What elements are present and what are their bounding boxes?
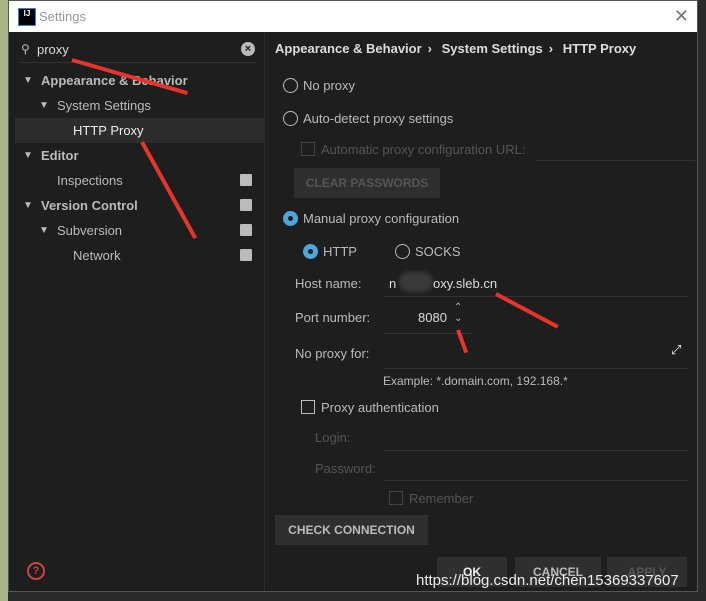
tree-label: Subversion — [57, 223, 123, 238]
project-settings-icon — [240, 174, 252, 186]
no-proxy-label[interactable]: No proxy — [303, 78, 355, 93]
settings-dialog: IJ Settings ✕ ⚲ proxy × ▼ Appearance & Be… — [8, 0, 698, 592]
tree-item-version-control[interactable]: ▼ Version Control — [15, 193, 264, 218]
clear-search-icon[interactable]: × — [241, 42, 255, 56]
search-value[interactable]: proxy — [37, 42, 69, 57]
socks-radio[interactable] — [395, 244, 410, 259]
http-proxy-panel: Appearance & Behavior › System Settings › … — [273, 32, 697, 591]
expand-triangle-icon[interactable]: ▼ — [39, 218, 49, 243]
no-proxy-radio[interactable] — [283, 78, 298, 93]
host-name-suffix: oxy.sleb.cn — [433, 276, 498, 291]
desktop-background — [0, 0, 8, 601]
search-icon: ⚲ — [21, 42, 30, 56]
auto-config-url-checkbox[interactable] — [301, 142, 315, 156]
tree-item-system-settings[interactable]: ▼ System Settings — [15, 93, 264, 118]
tree-label: Network — [73, 248, 121, 263]
remember-checkbox[interactable] — [389, 491, 403, 505]
tree-label: HTTP Proxy — [73, 123, 144, 138]
auto-detect-radio[interactable] — [283, 111, 298, 126]
breadcrumb-separator: › — [427, 41, 433, 56]
proxy-auth-label[interactable]: Proxy authentication — [321, 400, 439, 415]
breadcrumb-item: HTTP Proxy — [562, 41, 637, 56]
tree-item-editor[interactable]: ▼ Editor — [15, 143, 264, 168]
close-button[interactable]: ✕ — [674, 6, 689, 27]
password-input[interactable] — [383, 480, 689, 481]
breadcrumb-item: System Settings — [441, 41, 543, 56]
example-hint: Example: *.domain.com, 192.168.* — [383, 374, 568, 388]
no-proxy-for-label: No proxy for: — [295, 346, 370, 361]
breadcrumb-item: Appearance & Behavior — [275, 41, 422, 56]
check-connection-button[interactable]: CHECK CONNECTION — [275, 515, 428, 545]
tree-item-inspections[interactable]: Inspections — [15, 168, 264, 193]
expand-triangle-icon[interactable]: ▼ — [39, 93, 49, 118]
http-label[interactable]: HTTP — [323, 244, 357, 259]
manual-proxy-label[interactable]: Manual proxy configuration — [303, 211, 459, 226]
host-name-label: Host name: — [295, 276, 362, 291]
breadcrumb-separator: › — [548, 41, 554, 56]
help-icon[interactable]: ? — [27, 562, 45, 580]
port-number-label: Port number: — [295, 310, 371, 325]
clear-passwords-button[interactable]: CLEAR PASSWORDS — [294, 168, 440, 198]
search-input[interactable]: ⚲ proxy × — [21, 40, 257, 63]
window-title: Settings — [39, 9, 86, 24]
password-label: Password: — [315, 461, 376, 476]
expand-triangle-icon[interactable]: ▼ — [23, 143, 33, 168]
project-settings-icon — [240, 199, 252, 211]
tree-item-network[interactable]: Network — [15, 243, 264, 268]
tree-label: Editor — [41, 148, 79, 163]
manual-proxy-radio[interactable] — [283, 211, 298, 226]
watermark: https://blog.csdn.net/chen15369337607 — [416, 572, 679, 589]
login-input[interactable] — [383, 450, 689, 451]
port-number-input[interactable]: 8080 — [418, 310, 447, 325]
port-spinner-icon[interactable]: ⌃ ⌄ — [454, 302, 462, 324]
tree-label: System Settings — [57, 98, 151, 113]
blurred-region — [399, 272, 433, 292]
intellij-logo-icon: IJ — [18, 8, 36, 26]
proxy-auth-checkbox[interactable] — [301, 400, 315, 414]
breadcrumb: Appearance & Behavior › System Settings › … — [275, 41, 642, 56]
http-radio[interactable] — [303, 244, 318, 259]
tree-label: Inspections — [57, 173, 123, 188]
expand-triangle-icon[interactable]: ▼ — [23, 68, 33, 93]
login-label: Login: — [315, 430, 351, 445]
tree-item-subversion[interactable]: ▼ Subversion — [15, 218, 264, 243]
settings-sidebar: ⚲ proxy × ▼ Appearance & Behavior ▼ System… — [15, 32, 265, 591]
socks-label[interactable]: SOCKS — [415, 244, 461, 259]
title-bar: IJ Settings ✕ — [9, 1, 697, 32]
project-settings-icon — [240, 249, 252, 261]
auto-detect-label[interactable]: Auto-detect proxy settings — [303, 111, 453, 126]
no-proxy-for-input[interactable] — [383, 368, 689, 369]
host-name-prefix: n — [389, 276, 397, 291]
expand-triangle-icon[interactable]: ▼ — [23, 193, 33, 218]
expand-icon[interactable]: ⤢ — [671, 342, 681, 358]
remember-label: Remember — [409, 491, 474, 506]
tree-label: Version Control — [41, 198, 138, 213]
auto-config-url-input[interactable] — [535, 160, 695, 161]
tree-item-http-proxy[interactable]: HTTP Proxy — [15, 118, 264, 143]
project-settings-icon — [240, 224, 252, 236]
auto-config-url-label: Automatic proxy configuration URL: — [321, 142, 526, 157]
